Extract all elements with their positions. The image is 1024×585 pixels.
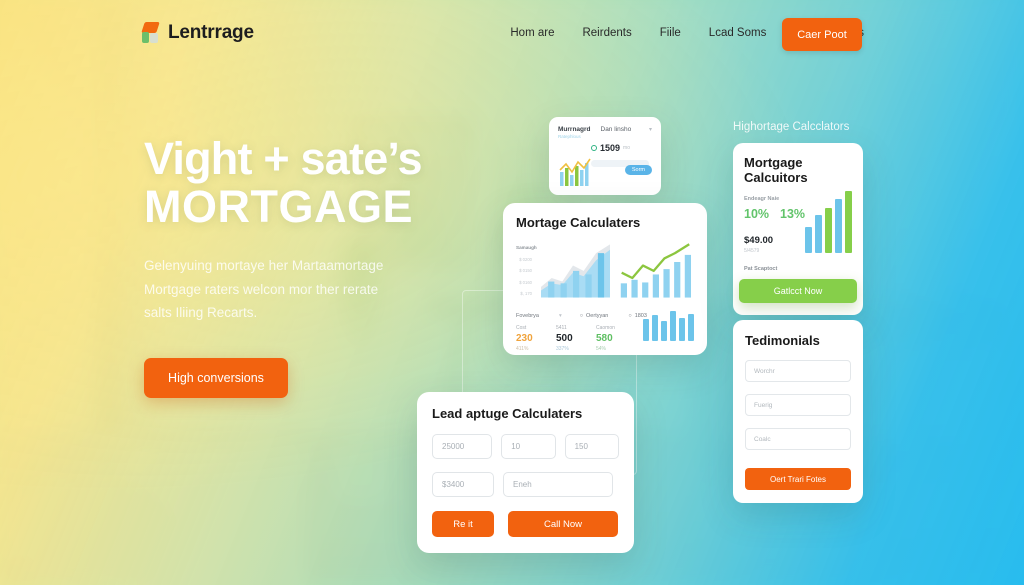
nav-item-2[interactable]: Fiile	[660, 27, 681, 39]
metric-2: Caomon 580 54%	[596, 325, 636, 352]
logo[interactable]: Lentrrage	[141, 22, 254, 44]
nav-item-3[interactable]: Lcad Soms	[709, 27, 767, 39]
calculators-overline: Highortage Calcclators	[733, 121, 850, 133]
chevron-down-icon[interactable]: ▾	[559, 313, 562, 319]
testimonials-card: Tedimonials Worchr Fuerig Coalc Oert Tra…	[733, 320, 863, 503]
metric-value: 580	[596, 332, 613, 344]
testimonial-field-0[interactable]: Worchr	[745, 360, 851, 382]
testimonials-title: Tedimonials	[745, 333, 820, 348]
lead-primary-button[interactable]: Re it	[432, 511, 494, 537]
hero-title-line1: Vight + sate’s	[144, 133, 422, 184]
card-calc-footer-label: Pat Scaptoct	[744, 266, 778, 272]
percent-value-a: 10%	[744, 207, 770, 221]
hero-cta-button[interactable]: High conversions	[144, 358, 288, 399]
testimonial-field-2[interactable]: Coalc	[745, 428, 851, 450]
lead-field-amount[interactable]: 25000	[432, 434, 493, 459]
metric-label: Caomon	[596, 324, 615, 331]
lead-field-payment[interactable]: $3400	[432, 472, 494, 497]
lead-capture-card: Lead aptuge Calculaters 25000 10 150 $34…	[417, 392, 634, 553]
chevron-down-icon[interactable]: ▾	[649, 126, 652, 133]
lead-field-email[interactable]: Eneh	[503, 472, 613, 497]
rate-widget-card: Murrnagrd Ratephlous Dan linsho ▾ 1509 m…	[549, 117, 661, 195]
widget-subtitle: Ratephlous	[558, 134, 581, 139]
widget-unit: mo	[623, 145, 630, 151]
sparkline-chart	[559, 158, 591, 186]
axis-tick-3: $, 170	[520, 291, 532, 296]
percent-value-b: 13%	[780, 207, 806, 221]
metric-value: 230	[516, 332, 533, 344]
hero-paragraph: Gelenyuing mortaye her Martaamortage Mor…	[144, 258, 384, 320]
metric-pct: 54%	[596, 345, 607, 352]
house-logo-icon	[141, 22, 161, 44]
axis-tick-0: $ 0200	[519, 256, 532, 262]
lead-capture-title: Lead aptuge Calculaters	[432, 406, 583, 421]
page-root: Lentrrage Hom are Reirdents Fiile Lcad S…	[0, 0, 1024, 585]
logo-text: Lentrrage	[168, 22, 254, 43]
metric-1: 5411 500 337%	[556, 325, 596, 352]
site-header: Lentrrage Hom are Reirdents Fiile Lcad S…	[0, 0, 1024, 70]
metric-label: 5411	[556, 324, 567, 331]
widget-chip-button[interactable]: Sorm	[624, 165, 652, 175]
status-dot-icon	[591, 145, 597, 151]
contact-now-button[interactable]: Gatlcct Now	[739, 279, 857, 303]
filter2-text: Oertyyan	[586, 312, 609, 319]
lead-field-rate[interactable]: 150	[564, 434, 619, 459]
lead-call-now-button[interactable]: Call Now	[508, 511, 618, 537]
page-title: Vight + sate’s MORTGAGE	[144, 135, 544, 230]
metric-0: Cost 230 411%	[516, 325, 556, 352]
widget-value: 1509	[600, 143, 621, 153]
calc-bar-chart	[805, 191, 852, 253]
nav-item-1[interactable]: Reirdents	[582, 27, 631, 39]
area-chart	[541, 244, 611, 298]
chart-y-axis: Samaugh $ 0200 $ 0150 $ 0160 $, 170	[516, 239, 537, 303]
widget-field-label: Dan linsho	[600, 126, 632, 133]
testimonial-field-1[interactable]: Fuerig	[745, 394, 851, 416]
widget-title: Murrnagrd Ratephlous	[558, 126, 591, 139]
axis-label: Samaugh	[516, 245, 537, 250]
card-main-title: Mortage Calculaters	[516, 215, 641, 230]
bar-line-chart	[621, 243, 692, 298]
metric-value: 500	[556, 332, 573, 344]
filter3-icon: ○	[628, 312, 632, 319]
mortgage-calculator-card: Mortage Calculaters Samaugh $ 0200 $ 015…	[503, 203, 707, 355]
metric-pct: 411%	[516, 345, 529, 352]
testimonials-submit-button[interactable]: Oert Trari Fotes	[745, 468, 851, 490]
axis-tick-2: $ 0160	[519, 279, 532, 285]
hero-section: Vight + sate’s MORTGAGE Gelenyuing morta…	[144, 135, 544, 399]
metric-label: Cost	[516, 324, 527, 331]
header-cta-button[interactable]: Caer Poot	[782, 18, 862, 51]
hero-title-line2: MORTGAGE	[144, 180, 413, 232]
nav-item-0[interactable]: Hom are	[510, 27, 554, 39]
axis-tick-1: $ 0150	[519, 268, 532, 273]
card-calc-title: Mortgage Calcuitors	[744, 155, 808, 185]
metric-pct: 337%	[556, 345, 569, 352]
filter2-label: ○	[579, 312, 584, 319]
lead-field-term[interactable]: 10	[501, 434, 556, 459]
metric-bar-chart	[643, 309, 694, 341]
filter-dropdown-label[interactable]: Fovebrya	[516, 313, 539, 319]
